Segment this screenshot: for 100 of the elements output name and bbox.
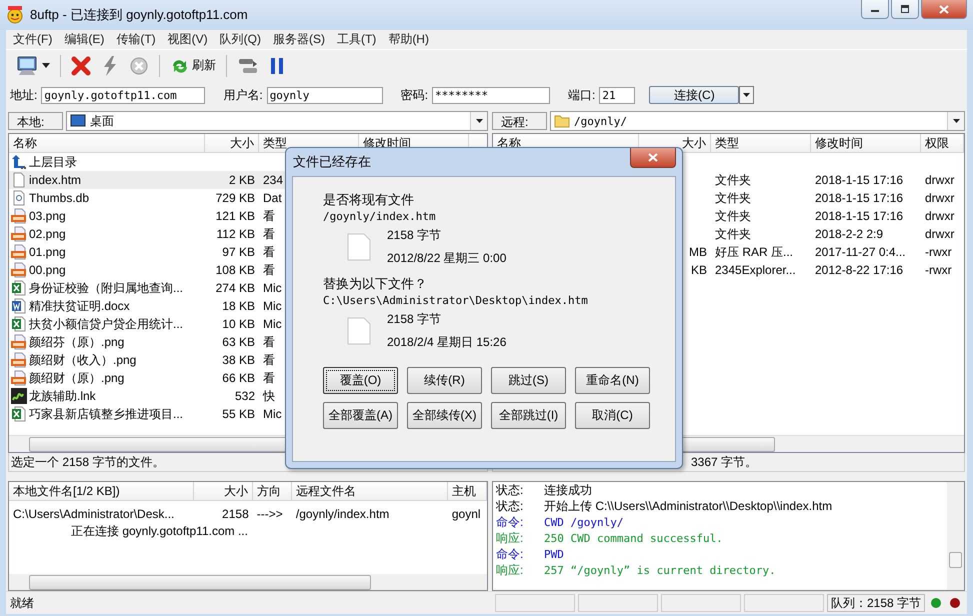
host-name: goynl (452, 507, 481, 521)
maximize-button[interactable] (891, 0, 919, 19)
file-date: 2012/8/22 星期三 0:00 (387, 250, 506, 267)
menu-item[interactable]: 文件(F) (8, 31, 58, 48)
file-name: 扶贫小额信贷户贷企用统计... (29, 316, 184, 332)
close-button[interactable] (630, 148, 676, 168)
remote-file-path: /goynly/index.htm (296, 507, 390, 521)
image-file-icon (11, 334, 27, 350)
log-label: 响应: (496, 562, 524, 578)
location-combo[interactable]: /goynly/ (550, 111, 965, 131)
file-type: Mic (263, 299, 282, 313)
cross-icon (71, 56, 91, 76)
local-file-path: C:\Users\Administrator\Desk... (13, 507, 174, 521)
file-size: 10 KB (222, 317, 255, 331)
disconnect-button[interactable] (69, 54, 93, 78)
close-icon (939, 4, 949, 14)
image-file-icon (11, 244, 27, 260)
username-field[interactable]: goynly (266, 86, 383, 104)
file-icon (347, 233, 371, 261)
menu-item[interactable]: 队列(Q) (214, 31, 266, 48)
horizontal-scrollbar[interactable] (9, 574, 487, 590)
permissions: -rwxr (925, 245, 952, 259)
caret-icon (952, 119, 960, 123)
scrollbar-thumb[interactable] (949, 552, 962, 568)
refresh-button[interactable]: 刷新 (168, 54, 218, 76)
column-header[interactable]: 方向 (252, 482, 292, 500)
file-size: 63 KB (222, 335, 255, 349)
question-text: 是否将现有文件 (323, 191, 415, 209)
file-name: 颜绍财（收入）.png (29, 352, 136, 368)
menu-item[interactable]: 工具(T) (332, 31, 382, 48)
scrollbar-thumb[interactable] (29, 574, 371, 590)
port-field[interactable]: 21 (599, 86, 636, 104)
file-size: 2158 (222, 507, 249, 521)
file-type: 文件夹 (715, 226, 751, 240)
queue-size: 队列：2158 字节 (826, 594, 925, 612)
minimize-button[interactable] (861, 0, 889, 19)
log-label: 响应: (496, 530, 524, 546)
port-label: 端口: (568, 86, 596, 104)
log-message: PWD (544, 548, 564, 560)
file-type: Mic (263, 407, 282, 421)
column-header[interactable]: 远程文件名 (292, 482, 448, 500)
file-size: 112 KB (216, 227, 255, 241)
column-header[interactable]: 名称 (9, 134, 205, 152)
dropdown-button[interactable] (470, 112, 487, 130)
file-size: 38 KB (222, 353, 255, 367)
column-header[interactable]: 主机 (448, 482, 487, 500)
dialog-button[interactable]: 取消(C) (575, 402, 650, 429)
dialog-button[interactable]: 续传(R) (407, 367, 482, 394)
column-header[interactable]: 修改时间 (811, 134, 921, 152)
column-header[interactable]: 大小 (194, 482, 253, 500)
window-title: 8uftp - 已连接到 goynly.gotoftp11.com (30, 6, 249, 24)
status-text: 就绪 (10, 594, 35, 612)
permissions: -rwxr (925, 263, 952, 277)
dropdown-button[interactable] (947, 112, 964, 130)
modified-date: 2018-1-15 17:16 (815, 173, 904, 187)
file-size: 97 KB (222, 245, 255, 259)
file-size: 66 KB (222, 371, 255, 385)
close-button[interactable] (921, 0, 967, 19)
dialog-button[interactable]: 全部跳过(I) (491, 402, 566, 429)
file-type: Mic (263, 317, 282, 331)
file-row[interactable]: 颜绍财（收入）.png 38 KB 看 (9, 351, 487, 369)
dialog-button[interactable]: 全部覆盖(A) (323, 402, 398, 429)
column-header[interactable]: 类型 (711, 134, 811, 152)
dialog-button[interactable]: 跳过(S) (491, 367, 566, 394)
file-type: 看 (263, 208, 275, 222)
file-date: 2018/2/4 星期日 15:26 (387, 334, 506, 351)
document-icon (11, 298, 27, 314)
dropdown-button[interactable] (739, 86, 754, 104)
image-file-icon (11, 370, 27, 386)
file-type: 好压 RAR 压... (715, 244, 794, 258)
menu-item[interactable]: 视图(V) (162, 31, 213, 48)
menu-item[interactable]: 帮助(H) (383, 31, 434, 48)
vertical-scrollbar[interactable] (947, 482, 964, 590)
pause-icon (269, 56, 285, 76)
location-combo[interactable]: 桌面 (66, 111, 488, 131)
column-header[interactable]: 权限 (921, 134, 964, 152)
file-type: 234 (263, 173, 284, 187)
dialog-button[interactable]: 覆盖(O) (323, 367, 398, 394)
menu-item[interactable]: 传输(T) (111, 31, 161, 48)
connect-button[interactable]: 连接(C) (649, 86, 740, 104)
file-type: 看 (263, 262, 275, 276)
password-field[interactable]: ******** (432, 86, 550, 104)
address-field[interactable]: goynly.gotoftp11.com (41, 86, 206, 104)
dialog-title: 文件已经存在 (292, 153, 372, 171)
stop-icon (129, 56, 149, 76)
menu-item[interactable]: 编辑(E) (59, 31, 110, 48)
dialog-button[interactable]: 重命名(N) (575, 367, 650, 394)
file-name: 02.png (29, 227, 66, 241)
file-name: 00.png (29, 263, 66, 277)
column-header[interactable]: 大小 (205, 134, 259, 152)
caret-icon (42, 63, 50, 68)
file-size: 532 (234, 389, 255, 403)
menu-item[interactable]: 服务器(S) (268, 31, 330, 48)
file-name: index.htm (29, 173, 82, 187)
dialog-button[interactable]: 全部续传(X) (407, 402, 482, 429)
image-file-icon (11, 352, 27, 368)
location-label: 本地: (8, 112, 63, 130)
file-icon (347, 317, 371, 345)
column-header[interactable]: 本地文件名[1/2 KB]) (9, 482, 194, 500)
file-type: Mic (263, 281, 282, 295)
